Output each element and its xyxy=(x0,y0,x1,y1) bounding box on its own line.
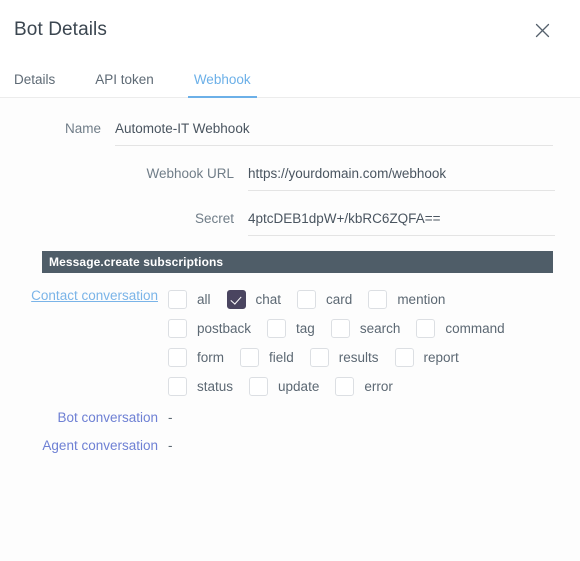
contact-conversation-link[interactable]: Contact conversation xyxy=(0,285,168,307)
dialog-header: Bot Details xyxy=(0,0,580,60)
checkbox-item-all[interactable]: all xyxy=(168,290,227,309)
name-input[interactable]: Automote-IT Webhook xyxy=(115,116,553,146)
checkbox-all[interactable] xyxy=(168,290,187,309)
checkbox-form[interactable] xyxy=(168,348,187,367)
close-icon[interactable] xyxy=(530,18,554,42)
checkbox-card[interactable] xyxy=(297,290,317,309)
checkbox-line: status update error xyxy=(168,372,580,401)
checkbox-item-postback[interactable]: postback xyxy=(168,319,267,338)
tab-api-token[interactable]: API token xyxy=(95,72,154,97)
checkbox-postback[interactable] xyxy=(168,319,187,338)
bot-conversation-label[interactable]: Bot conversation xyxy=(0,407,168,429)
secret-input-value: 4ptcDEB1dpW+/kbRC6ZQFA== xyxy=(248,211,441,226)
checkbox-item-mention[interactable]: mention xyxy=(368,290,461,309)
checkbox-field[interactable] xyxy=(240,348,259,367)
webhook-form: Name Automote-IT Webhook Webhook URL htt… xyxy=(0,98,580,236)
checkbox-item-report[interactable]: report xyxy=(394,348,475,367)
subscription-row-bot: Bot conversation - xyxy=(0,407,580,429)
checkbox-item-card[interactable]: card xyxy=(297,290,368,309)
subscription-row-agent: Agent conversation - xyxy=(0,435,580,457)
checkbox-mention[interactable] xyxy=(368,290,388,309)
checkbox-item-field[interactable]: field xyxy=(240,348,310,367)
checkbox-error[interactable] xyxy=(335,377,355,396)
agent-conversation-value: - xyxy=(168,438,173,453)
checkbox-results[interactable] xyxy=(309,348,329,367)
checkbox-label-field: field xyxy=(269,350,294,365)
checkbox-item-form[interactable]: form xyxy=(168,348,240,367)
name-field-row: Name Automote-IT Webhook xyxy=(0,116,580,146)
checkbox-search[interactable] xyxy=(330,319,350,338)
bot-conversation-value: - xyxy=(168,410,173,425)
checkbox-label-postback: postback xyxy=(197,321,252,336)
checkbox-command[interactable] xyxy=(416,319,436,338)
checkbox-item-results[interactable]: results xyxy=(309,348,395,367)
checkbox-report[interactable] xyxy=(394,348,414,367)
checkbox-item-search[interactable]: search xyxy=(330,319,417,338)
checkbox-label-error: error xyxy=(364,379,393,394)
tab-bar: Details API token Webhook xyxy=(0,60,580,98)
checkbox-item-tag[interactable]: tag xyxy=(267,319,331,338)
checkbox-item-update[interactable]: update xyxy=(249,377,335,396)
name-label: Name xyxy=(64,121,101,136)
page-title: Bot Details xyxy=(14,19,107,40)
tab-details[interactable]: Details xyxy=(14,72,55,97)
agent-conversation-label[interactable]: Agent conversation xyxy=(0,435,168,457)
secret-field-row: Secret 4ptcDEB1dpW+/kbRC6ZQFA== xyxy=(0,206,580,236)
bot-conversation-values: - xyxy=(168,407,580,429)
name-input-value: Automote-IT Webhook xyxy=(115,121,250,136)
checkbox-label-command: command xyxy=(445,321,505,336)
checkbox-item-error[interactable]: error xyxy=(335,377,409,396)
checkbox-label-tag: tag xyxy=(296,321,315,336)
webhook-url-input[interactable]: https://yourdomain.com/webhook xyxy=(248,161,555,191)
checkbox-label-status: status xyxy=(197,379,234,394)
checkbox-label-form: form xyxy=(197,350,224,365)
checkbox-label-update: update xyxy=(278,379,320,394)
checkbox-line: form field results report xyxy=(168,343,580,372)
checkbox-label-card: card xyxy=(326,292,353,307)
checkbox-update[interactable] xyxy=(249,377,269,396)
contact-conversation-checkbox-grid: all chat card mention postback tag searc… xyxy=(168,285,580,401)
webhook-url-field-row: Webhook URL https://yourdomain.com/webho… xyxy=(0,161,580,191)
subscriptions-section-title: Message.create subscriptions xyxy=(49,255,224,269)
checkbox-tag[interactable] xyxy=(267,319,287,338)
checkbox-line: all chat card mention xyxy=(168,285,580,314)
checkbox-item-chat[interactable]: chat xyxy=(226,290,298,309)
tab-webhook[interactable]: Webhook xyxy=(187,72,257,98)
checkbox-label-results: results xyxy=(338,350,379,365)
checkbox-item-command[interactable]: command xyxy=(416,319,520,338)
checkbox-label-chat: chat xyxy=(255,292,282,307)
checkbox-label-mention: mention xyxy=(397,292,446,307)
subscription-row-contact: Contact conversation all chat card menti… xyxy=(0,285,580,401)
checkbox-status[interactable] xyxy=(168,377,187,396)
checkbox-item-status[interactable]: status xyxy=(168,377,249,396)
webhook-url-label: Webhook URL xyxy=(146,166,234,181)
subscriptions-section-header: Message.create subscriptions xyxy=(42,251,553,273)
checkbox-label-search: search xyxy=(359,321,401,336)
secret-input[interactable]: 4ptcDEB1dpW+/kbRC6ZQFA== xyxy=(248,206,555,236)
secret-label: Secret xyxy=(194,211,234,226)
webhook-url-input-value: https://yourdomain.com/webhook xyxy=(248,166,447,181)
checkbox-label-report: report xyxy=(423,350,459,365)
agent-conversation-values: - xyxy=(168,435,580,457)
bot-details-dialog: Bot Details Details API token Webhook Na… xyxy=(0,0,580,561)
checkbox-line: postback tag search command xyxy=(168,314,580,343)
checkbox-label-all: all xyxy=(197,292,211,307)
subscriptions-area: Contact conversation all chat card menti… xyxy=(0,273,580,457)
checkbox-chat[interactable] xyxy=(226,290,246,309)
